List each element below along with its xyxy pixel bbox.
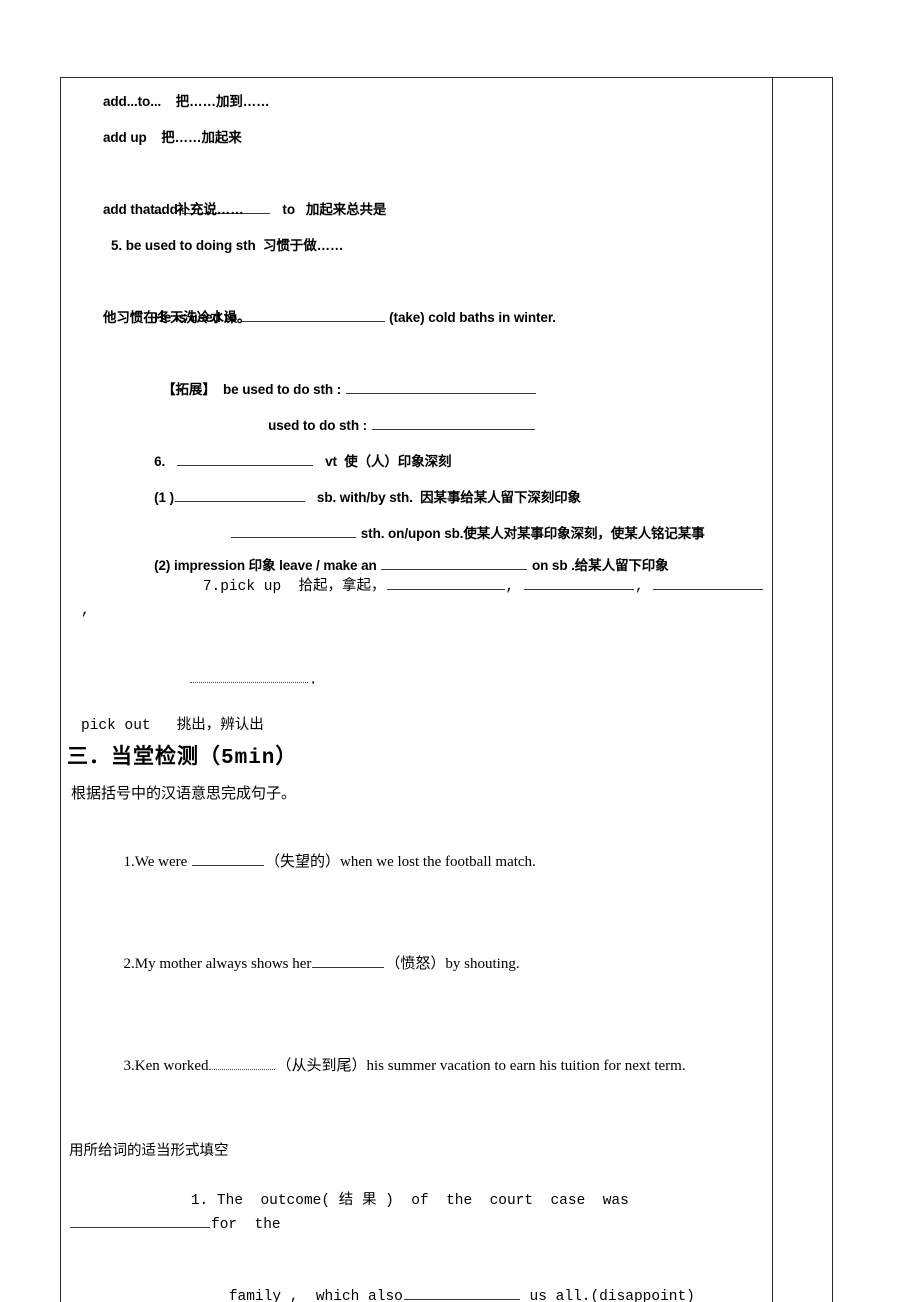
- exercise-b-1-l2-pre: family , which also: [228, 1289, 403, 1302]
- vocab-line-add-that: add that... 补充说……: [103, 202, 244, 217]
- vocab-line-item6-2: (2) impression 印象 leave / make an on sb …: [67, 516, 766, 573]
- blank-pickup-4[interactable]: [189, 669, 308, 684]
- exercise-a-1-num: 1.: [123, 854, 135, 871]
- worksheet-table: add...to... 把……加到…… add up 把……加起来 add to…: [60, 76, 833, 1302]
- pick-up-line: 7.pick up 拾起，拿起，, , ,: [67, 551, 766, 647]
- vocab-line-item5-chinese: 他习惯在冬天洗冷水澡。: [103, 310, 251, 325]
- exercise-a-2-num: 2.: [123, 956, 135, 973]
- pick-out-line: pick out 挑出，辨认出: [81, 718, 264, 735]
- pick-up-pre: 7.pick up 拾起，拿起，: [202, 579, 386, 595]
- exercise-b-1-pre: The outcome( 结 果 ) of the court case was: [208, 1193, 647, 1210]
- pick-up-sep-3: ,: [81, 603, 90, 619]
- exercise-a-2-pre: My mother always shows her: [134, 956, 312, 973]
- exercise-a-instruction: 根据括号中的汉语意思完成句子。: [71, 786, 297, 803]
- exercise-a-item-3: 3.Ken worked （从头到尾）his summer vacation to…: [67, 1015, 766, 1117]
- vocab-line-item6-1: (1 ) sb. with/by sth. 因某事给某人留下深刻印象: [67, 444, 766, 505]
- vocab-line-item6: 6. vt 使（人）印象深刻: [67, 408, 766, 469]
- exercise-b-section: 用所给词的适当形式填空 1. The outcome( 结 果 ) of the…: [67, 1139, 766, 1302]
- worksheet-main-cell: add...to... 把……加到…… add up 把……加起来 add to…: [60, 76, 773, 1302]
- blank-exercise-b-1b[interactable]: [403, 1286, 520, 1301]
- blank-exercise-b-1a[interactable]: [70, 1214, 210, 1229]
- exercise-a-item-1: 1.We were （失望的）when we lost the football…: [67, 811, 766, 913]
- vocab-line-tuozhan-2: used to do sth :: [67, 372, 766, 433]
- exercise-b-1-post: for the: [211, 1217, 281, 1234]
- worksheet-page: add...to... 把……加到…… add up 把……加起来 add to…: [0, 0, 920, 1302]
- vocab-line-add-up: add up 把……加起来: [103, 130, 242, 145]
- pick-up-sep-1: ,: [505, 579, 515, 595]
- worksheet-main-content: add...to... 把……加到…… add up 把……加起来 add to…: [61, 78, 772, 1302]
- pick-up-sep-2: ,: [634, 579, 644, 595]
- blank-pickup-3[interactable]: [653, 576, 764, 590]
- vocab-line-item6-1b: sth. on/upon sb.使某人对某事印象深刻，使某人铭记某事: [67, 480, 766, 541]
- vocab-section: add...to... 把……加到…… add up 把……加起来 add to…: [67, 84, 766, 573]
- vocab-line-add-up-to: add to 加起来总共是: [67, 156, 766, 217]
- vocab-line-tuozhan-1: 【拓展】 be used to do sth :: [67, 336, 766, 397]
- blank-exercise-a-1[interactable]: [192, 852, 265, 867]
- exercise-b-item-1-line-2: family , which also us all.(disappoint): [67, 1261, 766, 1302]
- exercise-a-1-post: （失望的）when we lost the football match.: [265, 854, 536, 871]
- exercise-a-1-pre: We were: [134, 854, 192, 871]
- exercise-b-1-num: 1.: [190, 1193, 209, 1210]
- exercise-a-2-post: （愤怒）by shouting.: [385, 956, 520, 973]
- exercise-a-3-num: 3.: [123, 1058, 135, 1075]
- exercise-b-item-1-line-1: 1. The outcome( 结 果 ) of the court case …: [67, 1165, 766, 1261]
- exercise-a-section: 根据括号中的汉语意思完成句子。 1.We were （失望的）when we l…: [67, 777, 766, 1117]
- pick-up-line-cont: .: [67, 647, 766, 713]
- exercise-a-3-pre: Ken worked: [134, 1058, 209, 1075]
- vocab-line-item5-example: He is used to (take) cold baths in winte…: [67, 264, 766, 325]
- worksheet-side-cell: [772, 76, 833, 1302]
- blank-pickup-1[interactable]: [386, 576, 505, 590]
- exercise-a-3-post: （从头到尾）his summer vacation to earn his tu…: [276, 1058, 686, 1075]
- blank-pickup-2[interactable]: [523, 576, 634, 590]
- blank-exercise-a-2[interactable]: [312, 954, 385, 969]
- exercise-b-instruction: 用所给词的适当形式填空: [69, 1144, 229, 1161]
- blank-exercise-a-3[interactable]: [209, 1056, 276, 1071]
- pick-up-end: .: [308, 672, 318, 689]
- pick-section: 7.pick up 拾起，拿起，, , , . pick out 挑出，辨认出: [67, 551, 766, 739]
- vocab-line-item5: 5. be used to doing sth 习惯于做……: [111, 238, 344, 253]
- vocab-line-add-to: add...to... 把……加到……: [103, 94, 270, 109]
- worksheet-content-row: add...to... 把……加到…… add up 把……加起来 add to…: [60, 76, 833, 1302]
- section-heading-3: 三．当堂检测（5min）: [67, 747, 298, 771]
- exercise-a-item-2: 2.My mother always shows her （愤怒）by shout…: [67, 913, 766, 1015]
- exercise-b-1-l2-post: us all.(disappoint): [520, 1289, 695, 1302]
